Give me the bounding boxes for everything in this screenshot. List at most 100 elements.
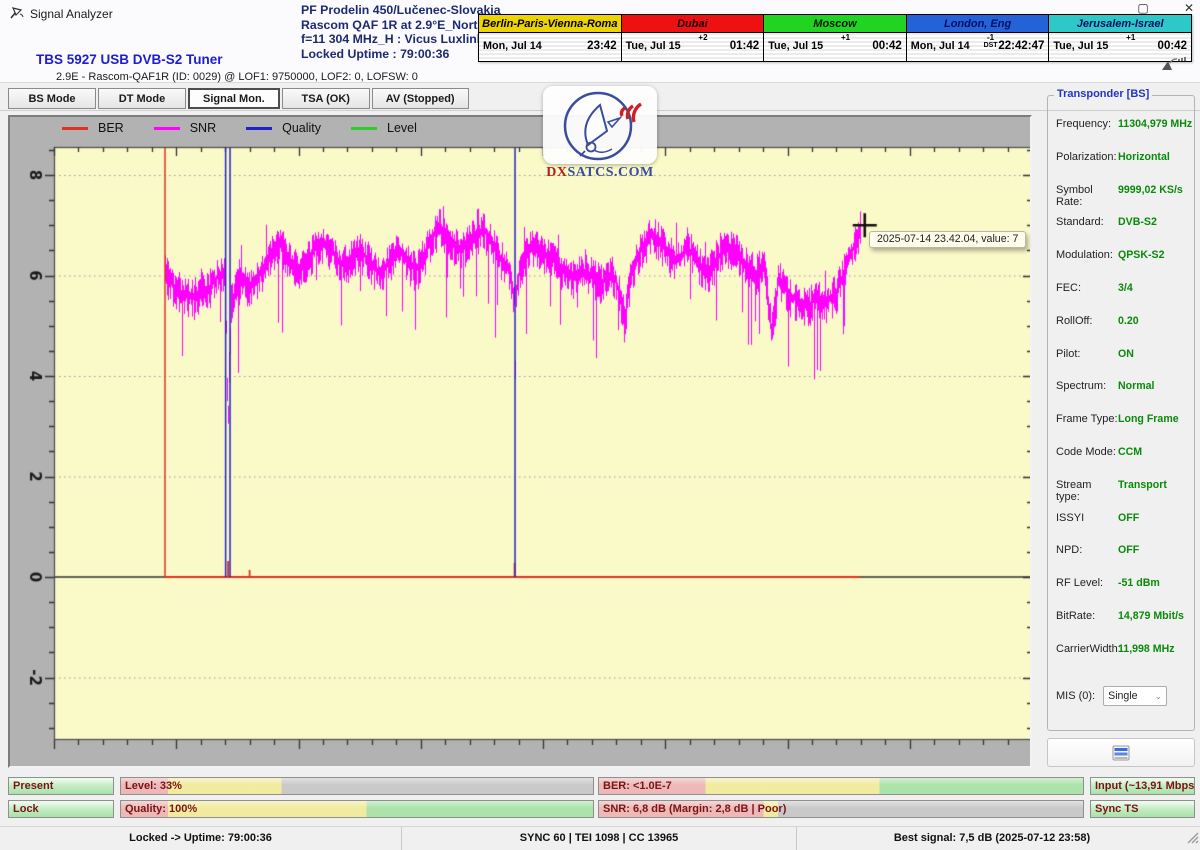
tp-row-standard: Standard:DVB-S2 xyxy=(1048,216,1194,249)
dxsatcs-logo xyxy=(543,86,657,164)
tp-row-mis: MIS (0): Single⌄ xyxy=(1056,686,1188,706)
info-line: PF Prodelin 450/Lučenec-Slovakia xyxy=(301,3,491,18)
statusbar-sync-counters: SYNC 60 | TEI 1098 | CC 13965 xyxy=(402,827,797,850)
input-indicator: Input (~13,91 Mbps) xyxy=(1090,777,1195,795)
clock-date: Tue, Jul 15 xyxy=(768,40,823,52)
tp-row-modulation: Modulation:QPSK-S2 xyxy=(1048,249,1194,282)
window-title: Signal Analyzer xyxy=(30,7,113,21)
tab-tsa[interactable]: TSA (OK) xyxy=(282,88,370,109)
clock-time: 00:42 xyxy=(1158,40,1187,52)
snr-bar: SNR: 6,8 dB (Margin: 2,8 dB | Poor) xyxy=(598,800,1084,818)
dxsatcs-emblem-icon xyxy=(550,89,650,161)
tab-signal-mon[interactable]: Signal Mon. xyxy=(188,88,280,109)
tab-av[interactable]: AV (Stopped) xyxy=(372,88,469,109)
signal-chart-canvas[interactable] xyxy=(10,117,1030,766)
clock-utc-offset: +1 xyxy=(1126,34,1135,42)
clock-time: 00:42 xyxy=(872,40,901,52)
antenna-info-block: PF Prodelin 450/Lučenec-Slovakia Rascom … xyxy=(301,3,491,61)
quality-bar: Quality: 100% xyxy=(120,800,594,818)
resize-grip[interactable] xyxy=(1186,831,1199,849)
tab-dt-mode[interactable]: DT Mode xyxy=(98,88,186,109)
tuner-title: TBS 5927 USB DVB-S2 Tuner xyxy=(36,52,223,67)
clock-date: Tue, Jul 15 xyxy=(1053,40,1108,52)
transponder-title: Transponder [BS] xyxy=(1054,88,1152,100)
tp-row-stream-type: Stream type:Transport xyxy=(1048,479,1194,512)
level-line-swatch xyxy=(351,127,377,130)
legend-item-level: Level xyxy=(351,121,417,135)
chart-tooltip: 2025-07-14 23.42.04, value: 7 xyxy=(869,231,1026,248)
statusbar: Locked -> Uptime: 79:00:36 SYNC 60 | TEI… xyxy=(0,826,1200,850)
clock-city-label: Moscow xyxy=(764,15,906,33)
clock-date: Tue, Jul 15 xyxy=(626,40,681,52)
clock-city-label: Dubai xyxy=(622,15,764,33)
sync-ts-indicator: Sync TS xyxy=(1090,800,1195,818)
lock-indicator: Lock xyxy=(8,800,114,818)
clock-body: Mon, Jul 14 23:42 xyxy=(479,33,621,61)
clock-body: Tue, Jul 15 +2 01:42 xyxy=(622,33,764,61)
clock-city-label: Berlin-Paris-Vienna-Roma xyxy=(479,15,621,33)
recorder-icon xyxy=(1112,745,1130,761)
clock-berlin-paris-vienna-roma: Berlin-Paris-Vienna-Roma Mon, Jul 14 23:… xyxy=(479,15,622,61)
clock-city-label: London, Eng xyxy=(907,15,1049,33)
tuner-subtitle: 2.9E - Rascom-QAF1R (ID: 0029) @ LOF1: 9… xyxy=(56,71,418,83)
info-line: Locked Uptime : 79:00:36 xyxy=(301,47,491,62)
clock-utc-offset: +2 xyxy=(698,34,707,42)
clock-city-label: Jerusalem-Israel xyxy=(1049,15,1191,33)
chart-legend: BER SNR Quality Level xyxy=(62,121,417,135)
signal-analyzer-window: Signal Analyzer ▢ ✕ TBS 5927 USB DVB-S2 … xyxy=(0,0,1200,850)
info-line: Rascom QAF 1R at 2.9°E_North xyxy=(301,18,491,33)
mis-dropdown[interactable]: Single⌄ xyxy=(1103,686,1167,706)
clock-time: 23:42 xyxy=(587,40,616,52)
tp-row-bitrate: BitRate:14,879 Mbit/s xyxy=(1048,610,1194,643)
ts-capture-button[interactable] xyxy=(1047,738,1195,767)
close-button[interactable]: ✕ xyxy=(1180,1,1198,15)
clock-utc-offset: -1DST xyxy=(984,34,998,50)
clock-date: Mon, Jul 14 xyxy=(911,40,970,52)
satellite-dish-icon xyxy=(9,5,24,25)
legend-item-quality: Quality xyxy=(246,121,321,135)
snr-line-swatch xyxy=(154,127,180,130)
transponder-rows: Frequency:11304,979 MHz Polarization:Hor… xyxy=(1048,118,1194,676)
quality-line-swatch xyxy=(246,127,272,130)
tab-bs-mode[interactable]: BS Mode xyxy=(8,88,96,109)
tp-row-spectrum: Spectrum:Normal xyxy=(1048,380,1194,413)
info-line: f=11 304 MHz_H : Vicus Luxlink xyxy=(301,32,491,47)
clock-london: London, Eng Mon, Jul 14 -1DST 22:42:47 xyxy=(907,15,1050,61)
clock-moscow: Moscow Tue, Jul 15 +1 00:42 xyxy=(764,15,907,61)
transponder-panel: Transponder [BS] Frequency:11304,979 MHz… xyxy=(1047,95,1195,731)
tp-row-code-mode: Code Mode:CCM xyxy=(1048,446,1194,479)
clock-date: Mon, Jul 14 xyxy=(483,40,542,52)
statusbar-uptime: Locked -> Uptime: 79:00:36 xyxy=(0,827,402,850)
present-indicator: Present xyxy=(8,777,114,795)
level-bar: Level: 33% xyxy=(120,777,594,795)
maximize-button[interactable]: ▢ xyxy=(1134,1,1152,15)
tp-row-fec: FEC:3/4 xyxy=(1048,282,1194,315)
tp-row-issyi: ISSYIOFF xyxy=(1048,512,1194,545)
mode-tab-bar: BS Mode DT Mode Signal Mon. TSA (OK) AV … xyxy=(8,88,469,109)
tp-row-frequency: Frequency:11304,979 MHz xyxy=(1048,118,1194,151)
mini-dish-icon xyxy=(1160,57,1186,76)
clock-jerusalem: Jerusalem-Israel Tue, Jul 15 +1 00:42 xyxy=(1049,15,1191,61)
clock-body: Mon, Jul 14 -1DST 22:42:47 xyxy=(907,33,1049,61)
clock-utc-offset: +1 xyxy=(841,34,850,42)
clock-dubai: Dubai Tue, Jul 15 +2 01:42 xyxy=(622,15,765,61)
ber-bar: BER: <1.0E-7 xyxy=(598,777,1084,795)
tp-row-polarization: Polarization:Horizontal xyxy=(1048,151,1194,184)
tp-row-carrierwidth: CarrierWidth:11,998 MHz xyxy=(1048,643,1194,676)
tp-row-frame-type: Frame Type:Long Frame xyxy=(1048,413,1194,446)
legend-item-snr: SNR xyxy=(154,121,216,135)
tp-row-npd: NPD:OFF xyxy=(1048,544,1194,577)
legend-item-ber: BER xyxy=(62,121,124,135)
ber-line-swatch xyxy=(62,127,88,130)
signal-chart-panel: BER SNR Quality Level xyxy=(8,115,1032,768)
clock-time: 22:42:47 xyxy=(998,40,1044,52)
statusbar-best-signal: Best signal: 7,5 dB (2025-07-12 23:58) xyxy=(797,827,1187,850)
tp-row-pilot: Pilot:ON xyxy=(1048,348,1194,381)
tp-row-symbol-rate: Symbol Rate:9999,02 KS/s xyxy=(1048,184,1194,217)
tp-row-rf-level: RF Level:-51 dBm xyxy=(1048,577,1194,610)
tp-row-rolloff: RollOff:0.20 xyxy=(1048,315,1194,348)
chevron-down-icon: ⌄ xyxy=(1155,691,1163,702)
clock-body: Tue, Jul 15 +1 00:42 xyxy=(764,33,906,61)
world-clock-panel: Berlin-Paris-Vienna-Roma Mon, Jul 14 23:… xyxy=(478,14,1192,62)
dxsatcs-wordmark: DXSATCS.COM xyxy=(505,165,695,181)
